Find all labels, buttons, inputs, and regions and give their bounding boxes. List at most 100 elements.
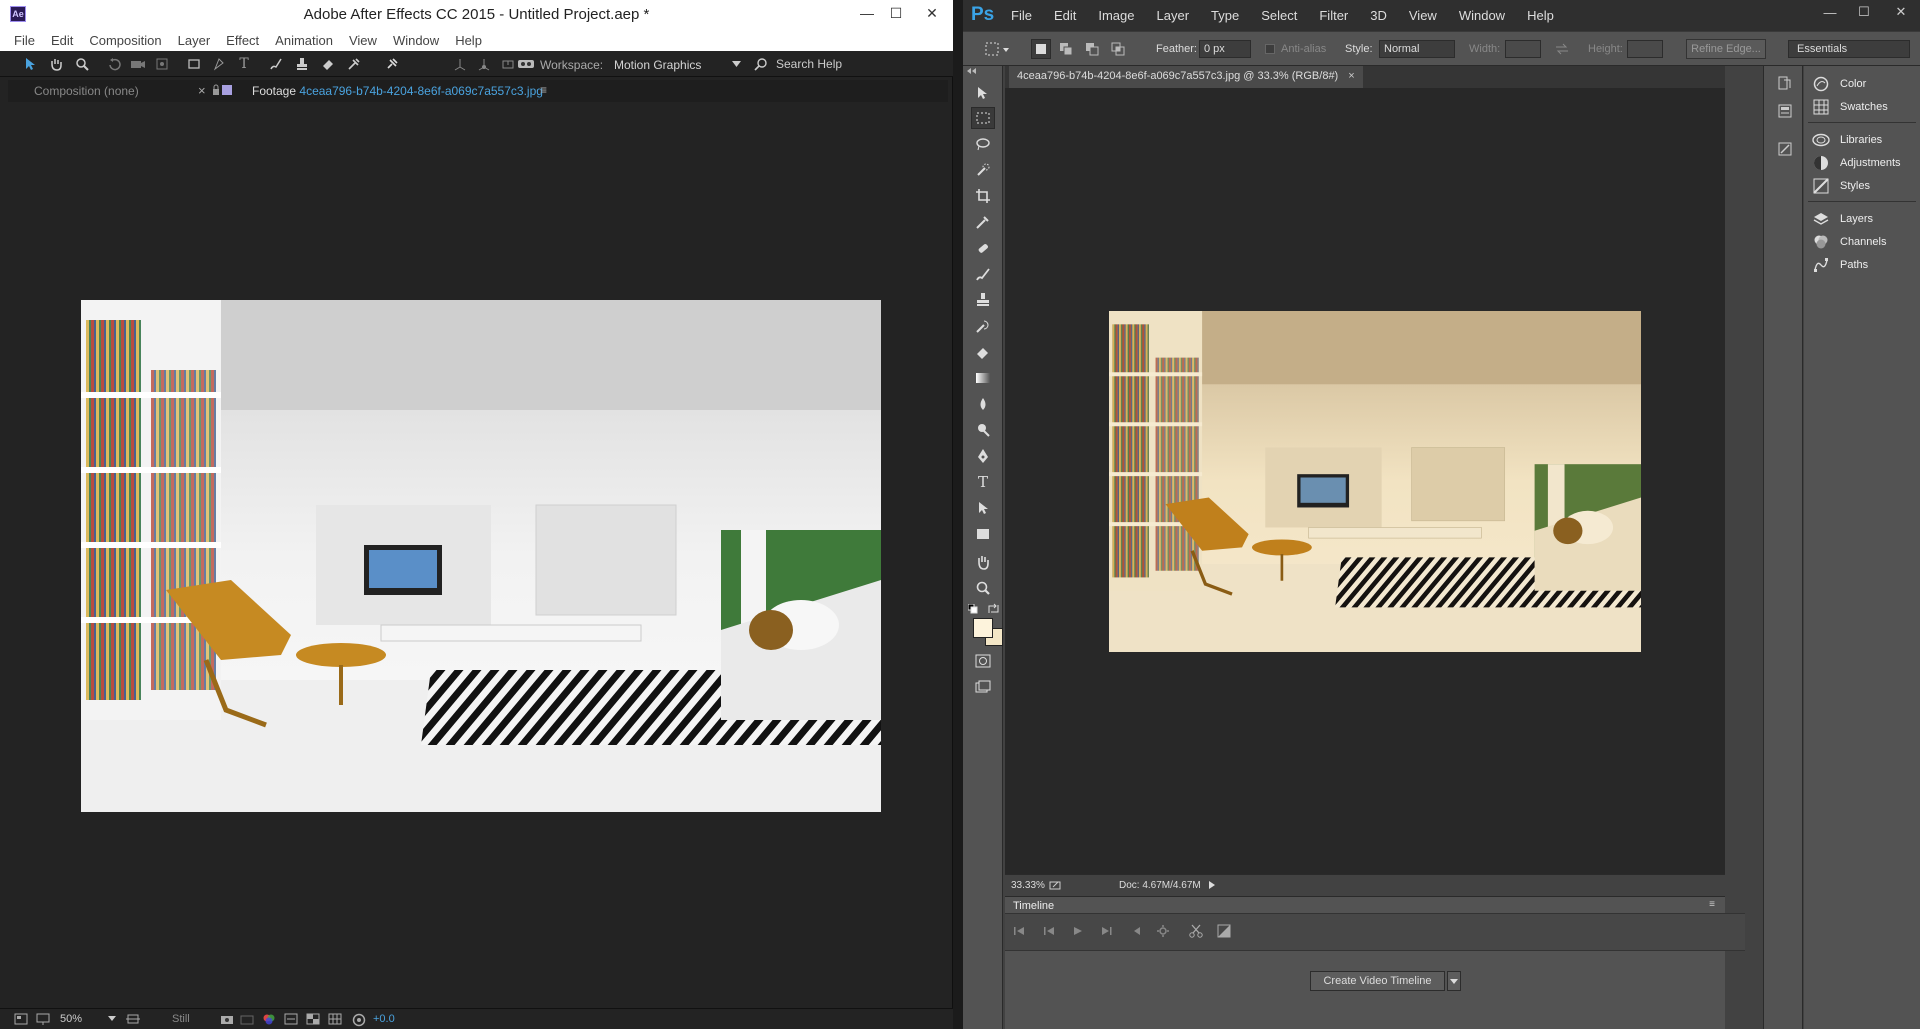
ae-menu-file[interactable]: File bbox=[14, 33, 35, 48]
ps-menu-edit[interactable]: Edit bbox=[1054, 8, 1076, 23]
refine-edge-button[interactable]: Refine Edge... bbox=[1686, 39, 1766, 59]
blur-tool-icon[interactable] bbox=[971, 393, 995, 415]
height-input[interactable] bbox=[1627, 40, 1663, 58]
reset-exposure-icon[interactable] bbox=[352, 1013, 366, 1027]
pen-tool-icon[interactable] bbox=[210, 54, 230, 74]
target-region-icon[interactable] bbox=[284, 1013, 298, 1025]
ps-menu-layer[interactable]: Layer bbox=[1157, 8, 1190, 23]
tab-composition[interactable]: Composition (none) bbox=[34, 84, 139, 98]
feather-input[interactable]: 0 px bbox=[1199, 40, 1251, 58]
anti-alias-checkbox[interactable] bbox=[1265, 44, 1275, 54]
eraser-tool-icon[interactable] bbox=[971, 341, 995, 363]
ae-footage-viewer[interactable] bbox=[8, 102, 948, 1008]
create-timeline-dropdown-icon[interactable] bbox=[1447, 971, 1461, 991]
minimize-icon[interactable]: — bbox=[853, 3, 881, 23]
healing-brush-tool-icon[interactable] bbox=[971, 237, 995, 259]
hand-tool-icon[interactable] bbox=[971, 551, 995, 573]
ae-menu-edit[interactable]: Edit bbox=[51, 33, 73, 48]
play-icon[interactable] bbox=[1073, 926, 1083, 936]
ae-menu-layer[interactable]: Layer bbox=[178, 33, 211, 48]
lock-icon[interactable] bbox=[212, 84, 220, 96]
ae-menu-animation[interactable]: Animation bbox=[275, 33, 333, 48]
panel-paths[interactable]: Paths bbox=[1812, 255, 1868, 275]
marquee-preset-icon[interactable] bbox=[985, 42, 999, 56]
search-icon[interactable] bbox=[754, 57, 768, 71]
magnification-dropdown[interactable]: 50% bbox=[60, 1013, 82, 1025]
brush-presets-panel-icon[interactable] bbox=[1778, 142, 1792, 156]
panel-channels[interactable]: Channels bbox=[1812, 232, 1886, 252]
ps-minimize-icon[interactable]: — bbox=[1817, 3, 1843, 21]
new-selection-icon[interactable] bbox=[1031, 39, 1051, 59]
history-panel-icon[interactable] bbox=[1778, 76, 1792, 90]
hand-tool-icon[interactable] bbox=[46, 54, 66, 74]
ps-menu-view[interactable]: View bbox=[1409, 8, 1437, 23]
ae-menu-help[interactable]: Help bbox=[455, 33, 482, 48]
puppet-pin-tool-icon[interactable] bbox=[382, 54, 402, 74]
width-input[interactable] bbox=[1505, 40, 1541, 58]
channels-icon[interactable] bbox=[262, 1013, 276, 1025]
ps-canvas-area[interactable] bbox=[1005, 88, 1725, 874]
type-tool-icon[interactable]: T bbox=[234, 54, 254, 74]
ps-menu-type[interactable]: Type bbox=[1211, 8, 1239, 23]
pen-tool-icon[interactable] bbox=[971, 445, 995, 467]
path-selection-tool-icon[interactable] bbox=[971, 497, 995, 519]
zoom-tool-icon[interactable] bbox=[971, 577, 995, 599]
region-of-interest-icon[interactable] bbox=[126, 1013, 140, 1025]
axis-local-icon[interactable] bbox=[450, 54, 470, 74]
pan-behind-tool-icon[interactable] bbox=[152, 54, 172, 74]
dodge-tool-icon[interactable] bbox=[971, 419, 995, 441]
ps-close-icon[interactable]: ✕ bbox=[1888, 3, 1914, 21]
show-snapshot-icon[interactable] bbox=[240, 1013, 254, 1025]
gradient-tool-icon[interactable] bbox=[971, 367, 995, 389]
close-icon[interactable]: ✕ bbox=[918, 3, 946, 23]
ae-menu-effect[interactable]: Effect bbox=[226, 33, 259, 48]
roto-brush-tool-icon[interactable] bbox=[344, 54, 364, 74]
panel-swatches[interactable]: Swatches bbox=[1812, 97, 1888, 117]
split-scissors-icon[interactable] bbox=[1189, 924, 1203, 938]
search-help-input[interactable]: Search Help bbox=[776, 57, 842, 71]
clone-stamp-tool-icon[interactable] bbox=[292, 54, 312, 74]
rectangular-marquee-tool-icon[interactable] bbox=[971, 107, 995, 129]
workspace-switcher[interactable]: Essentials bbox=[1788, 40, 1910, 58]
eyedropper-tool-icon[interactable] bbox=[971, 211, 995, 233]
swap-dimensions-icon[interactable] bbox=[1555, 43, 1569, 55]
brush-tool-icon[interactable] bbox=[266, 54, 286, 74]
maximize-icon[interactable]: ☐ bbox=[882, 3, 910, 23]
share-icon[interactable] bbox=[1049, 880, 1061, 890]
exposure-value[interactable]: +0.0 bbox=[373, 1013, 395, 1025]
history-brush-tool-icon[interactable] bbox=[971, 315, 995, 337]
preset-dropdown-arrow-icon[interactable] bbox=[1003, 48, 1009, 52]
move-tool-icon[interactable] bbox=[971, 82, 995, 104]
lasso-tool-icon[interactable] bbox=[971, 133, 995, 155]
ps-menu-image[interactable]: Image bbox=[1098, 8, 1134, 23]
first-frame-icon[interactable] bbox=[1013, 926, 1025, 936]
swap-colors-icon[interactable] bbox=[987, 603, 999, 615]
ps-menu-select[interactable]: Select bbox=[1261, 8, 1297, 23]
intersect-selection-icon[interactable] bbox=[1111, 42, 1125, 56]
panel-layers[interactable]: Layers bbox=[1812, 209, 1873, 229]
transparency-grid-icon[interactable] bbox=[306, 1013, 320, 1025]
grid-guide-icon[interactable] bbox=[328, 1013, 342, 1025]
rectangle-tool-icon[interactable] bbox=[184, 54, 204, 74]
axis-world-icon[interactable] bbox=[474, 54, 494, 74]
camera-tool-icon[interactable] bbox=[128, 54, 148, 74]
subtract-from-selection-icon[interactable] bbox=[1085, 42, 1099, 56]
panel-adjustments[interactable]: Adjustments bbox=[1812, 153, 1901, 173]
audio-icon[interactable] bbox=[1131, 926, 1141, 936]
screen-mode-icon[interactable] bbox=[971, 676, 995, 698]
ps-menu-3d[interactable]: 3D bbox=[1370, 8, 1387, 23]
properties-panel-icon[interactable] bbox=[1778, 104, 1792, 118]
transition-icon[interactable] bbox=[1217, 924, 1231, 938]
snapping-icon[interactable] bbox=[516, 54, 536, 74]
zoom-dropdown-arrow-icon[interactable] bbox=[108, 1016, 116, 1021]
default-colors-icon[interactable] bbox=[968, 604, 978, 614]
axis-view-icon[interactable] bbox=[498, 54, 518, 74]
selection-tool-icon[interactable] bbox=[20, 54, 40, 74]
rectangle-shape-tool-icon[interactable] bbox=[971, 523, 995, 545]
ae-menu-window[interactable]: Window bbox=[393, 33, 439, 48]
ps-maximize-icon[interactable]: ☐ bbox=[1851, 3, 1877, 21]
timeline-settings-gear-icon[interactable] bbox=[1157, 925, 1169, 937]
quick-mask-icon[interactable] bbox=[971, 650, 995, 672]
ps-menu-help[interactable]: Help bbox=[1527, 8, 1554, 23]
workspace-dropdown-arrow-icon[interactable] bbox=[732, 61, 741, 67]
